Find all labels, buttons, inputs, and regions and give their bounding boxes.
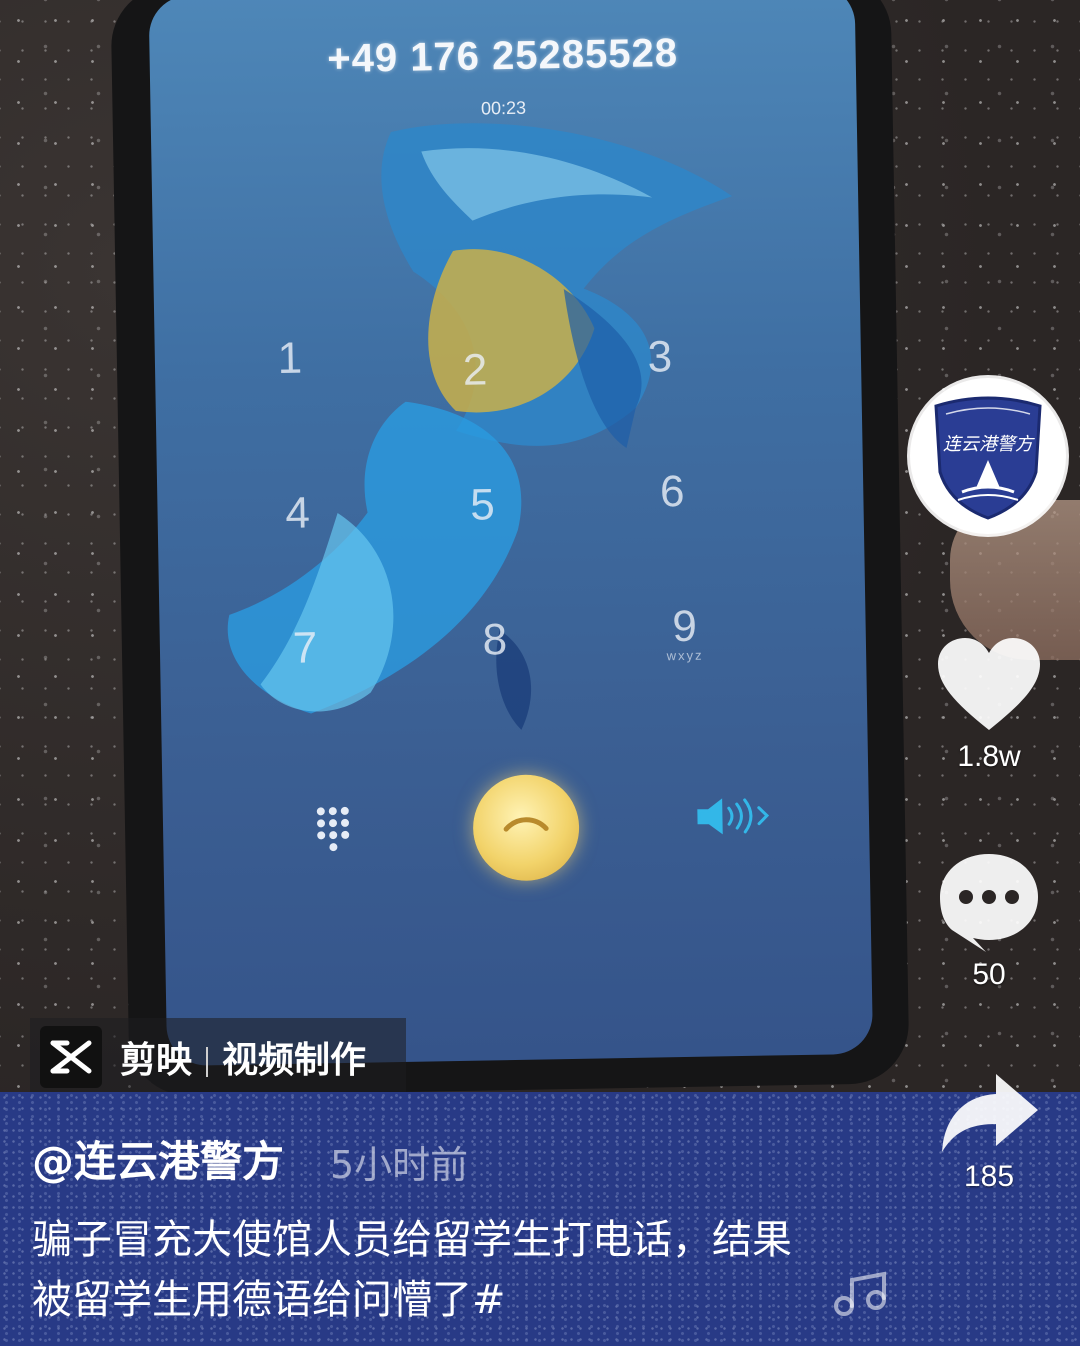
music-note-icon[interactable] xyxy=(830,1270,894,1320)
capcut-watermark: 剪映 视频制作 xyxy=(30,1018,406,1096)
dial-key-8[interactable]: 8 xyxy=(449,614,540,664)
dial-key-1[interactable]: 1 xyxy=(244,333,335,383)
police-badge-icon: 连云港警方 xyxy=(934,396,1042,520)
comment-icon xyxy=(940,854,1038,952)
comment-button[interactable]: 50 xyxy=(924,850,1054,992)
dial-key-2[interactable]: 2 xyxy=(430,345,521,394)
hangup-phone-icon xyxy=(503,817,549,832)
dial-key-3[interactable]: 3 xyxy=(614,332,705,381)
dialpad-icon[interactable] xyxy=(313,803,362,864)
watermark-divider xyxy=(206,1047,209,1077)
share-arrow-icon xyxy=(942,1074,1038,1152)
comment-count: 50 xyxy=(972,958,1006,991)
account-avatar[interactable]: 连云港警方 xyxy=(910,378,1066,534)
capcut-logo-icon xyxy=(40,1026,102,1088)
author-name[interactable]: @连云港警方 xyxy=(32,1128,284,1189)
like-button[interactable]: 1.8w xyxy=(924,636,1054,774)
avatar-title: 连云港警方 xyxy=(943,434,1035,455)
heart-icon xyxy=(938,638,1040,730)
dial-key-9[interactable]: 9 wxyz xyxy=(639,601,730,664)
post-time: 5小时前 xyxy=(330,1143,469,1187)
share-count: 185 xyxy=(963,1160,1015,1193)
watermark-label: 视频制作 xyxy=(222,1040,367,1081)
phone-call-screen: +49 176 25285528 00:23 1 2 3 4 5 6 7 8 9… xyxy=(148,0,874,1067)
speaker-icon[interactable] xyxy=(693,795,774,836)
dial-key-4[interactable]: 4 xyxy=(252,488,343,537)
video-frame[interactable]: +49 176 25285528 00:23 1 2 3 4 5 6 7 8 9… xyxy=(0,0,1080,1346)
share-button[interactable]: 185 xyxy=(924,1070,1054,1194)
like-count: 1.8w xyxy=(957,740,1021,773)
phone-in-video: +49 176 25285528 00:23 1 2 3 4 5 6 7 8 9… xyxy=(110,0,910,1097)
dial-key-7[interactable]: 7 xyxy=(260,623,351,672)
watermark-app: 剪映 xyxy=(120,1040,193,1081)
dial-key-6[interactable]: 6 xyxy=(627,466,718,516)
post-caption[interactable]: 骗子冒充大使馆人员给留学生打电话，结果被留学生用德语给问懵了# xyxy=(32,1210,812,1330)
dial-key-5[interactable]: 5 xyxy=(437,480,528,529)
